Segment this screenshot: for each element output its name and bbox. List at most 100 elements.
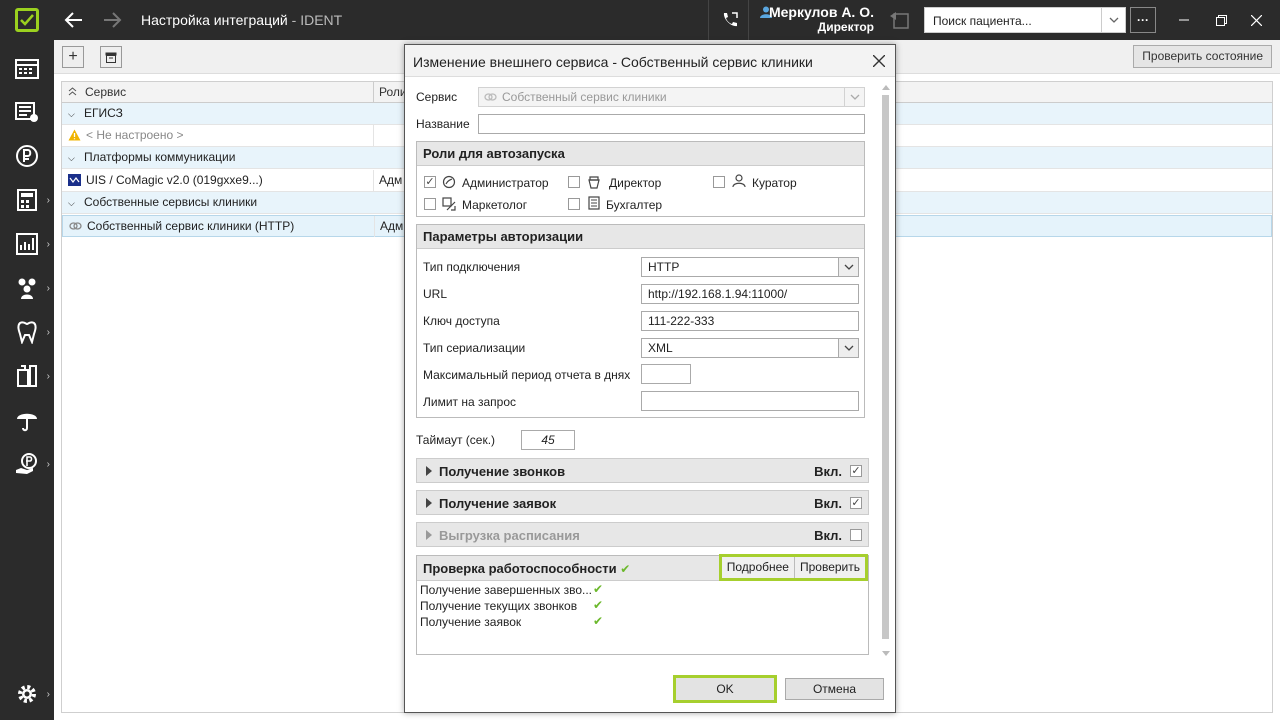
archive-button[interactable]	[100, 46, 122, 68]
dialog-scrollbar[interactable]	[881, 85, 890, 657]
chevron-right-icon: ›	[46, 458, 50, 470]
check-state-button[interactable]: Проверить состояние	[1133, 45, 1272, 68]
close-window-icon[interactable]	[1246, 10, 1266, 30]
section-schedule-title: Выгрузка расписания	[439, 528, 580, 543]
payments-icon	[16, 453, 37, 474]
patients-icon	[18, 278, 36, 299]
service-name: Собственный сервис клиники (HTTP)	[87, 219, 295, 233]
chevron-down-icon[interactable]	[1101, 8, 1125, 32]
timeout-field[interactable]: 45	[521, 430, 575, 450]
forward-arrow-icon[interactable]	[100, 8, 124, 32]
roles-header: Роли для автозапуска	[417, 142, 864, 166]
section-requests-checkbox[interactable]: ✓	[850, 497, 862, 509]
phone-icon[interactable]	[712, 0, 748, 40]
role-curator-checkbox[interactable]	[713, 176, 725, 188]
access-key-field[interactable]: 111-222-333	[641, 311, 859, 331]
role-admin-checkbox[interactable]: ✓	[424, 176, 436, 188]
add-button[interactable]: +	[62, 46, 84, 68]
timeout-label: Таймаут (сек.)	[416, 433, 496, 447]
records-icon	[15, 102, 38, 122]
collapse-all-icon[interactable]	[68, 82, 77, 103]
serialization-select[interactable]: XML	[641, 338, 859, 358]
role-marketer-checkbox[interactable]	[424, 198, 436, 210]
close-icon[interactable]	[869, 51, 889, 71]
limit-field[interactable]	[641, 391, 859, 411]
chevron-down-icon: ⌵	[68, 198, 75, 208]
sidebar-item-settings[interactable]: ›	[0, 672, 54, 716]
role-accountant-checkbox[interactable]	[568, 198, 580, 210]
restore-icon[interactable]	[1211, 10, 1231, 30]
sidebar-item-finance[interactable]	[0, 134, 54, 178]
sidebar-item-lab[interactable]: ›	[0, 354, 54, 398]
sidebar-item-schedule[interactable]	[0, 46, 54, 90]
chevron-down-icon[interactable]	[838, 258, 858, 276]
scroll-up-icon[interactable]	[882, 85, 890, 90]
history-back-icon[interactable]	[888, 8, 912, 35]
user-info[interactable]: Меркулов А. О. Директор	[756, 4, 874, 34]
column-header-roles[interactable]: Роли	[373, 82, 404, 103]
sidebar-item-insurance[interactable]	[0, 398, 54, 442]
serialization-value: XML	[648, 341, 673, 355]
chevron-down-icon: ⌵	[68, 109, 75, 119]
cancel-button[interactable]: Отмена	[785, 678, 884, 700]
uis-icon	[68, 174, 81, 186]
more-icon: ···	[1137, 13, 1149, 27]
dialog-title-bar: Изменение внешнего сервиса - Собственный…	[405, 45, 895, 77]
service-name: < Не настроено >	[86, 128, 184, 142]
more-menu-button[interactable]: ···	[1130, 7, 1156, 33]
section-schedule-on-label: Вкл.	[814, 528, 842, 543]
settings-icon	[18, 685, 36, 703]
role-admin-label: Администратор	[462, 176, 549, 190]
details-button[interactable]: Подробнее	[722, 557, 794, 578]
sidebar-item-records[interactable]	[0, 90, 54, 134]
expand-arrow-icon	[426, 498, 432, 508]
service-icon	[69, 222, 82, 230]
auth-header: Параметры авторизации	[417, 225, 864, 249]
service-roles	[373, 125, 404, 146]
admin-icon	[442, 175, 456, 189]
back-arrow-icon[interactable]	[62, 8, 86, 32]
patient-search-input[interactable]: Поиск пациента...	[924, 7, 1126, 33]
finance-icon	[16, 145, 38, 167]
sidebar-item-dental[interactable]: ›	[0, 310, 54, 354]
logo-check-icon	[15, 8, 39, 32]
sidebar-item-reports[interactable]: ›	[0, 222, 54, 266]
role-director-label: Директор	[609, 176, 662, 190]
chevron-right-icon: ›	[46, 326, 50, 338]
section-schedule-checkbox[interactable]	[850, 529, 862, 541]
sidebar-item-patients[interactable]: ›	[0, 266, 54, 310]
tooth-icon	[17, 321, 37, 344]
scroll-down-icon[interactable]	[882, 651, 890, 656]
sidebar-item-payments[interactable]: ›	[0, 442, 54, 486]
section-requests[interactable]: Получение заявок Вкл. ✓	[416, 490, 869, 515]
role-director-checkbox[interactable]	[568, 176, 580, 188]
key-label: Ключ доступа	[423, 314, 500, 328]
service-label: Сервис	[416, 90, 458, 104]
url-field[interactable]: http://192.168.1.94:11000/	[641, 284, 859, 304]
sidebar: › › › › › › ›	[0, 40, 54, 720]
schedule-icon	[15, 59, 39, 79]
section-schedule-export[interactable]: Выгрузка расписания Вкл.	[416, 522, 869, 547]
sidebar-item-calculator[interactable]: ›	[0, 178, 54, 222]
name-field[interactable]	[478, 114, 865, 134]
role-curator-label: Куратор	[752, 176, 797, 190]
scrollbar-thumb[interactable]	[882, 95, 889, 639]
section-calls[interactable]: Получение звонков Вкл. ✓	[416, 458, 869, 483]
ok-button[interactable]: OK	[673, 675, 777, 703]
user-name: Меркулов А. О.	[768, 4, 874, 20]
health-item: Получение завершенных зво...	[420, 583, 592, 597]
chevron-right-icon: ›	[46, 688, 50, 700]
section-calls-checkbox[interactable]: ✓	[850, 465, 862, 477]
health-check-header: Проверка работоспособности ✔ Подробнее П…	[417, 554, 868, 581]
max-period-field[interactable]	[641, 364, 691, 384]
section-calls-on-label: Вкл.	[814, 464, 842, 479]
minimize-icon[interactable]	[1174, 10, 1194, 30]
column-header-service[interactable]: Сервис	[85, 82, 126, 103]
user-role: Директор	[817, 20, 874, 34]
calculator-icon	[17, 189, 37, 211]
app-logo[interactable]	[0, 0, 54, 40]
chevron-down-icon[interactable]	[838, 339, 858, 357]
conn-type-select[interactable]: HTTP	[641, 257, 859, 277]
check-button[interactable]: Проверить	[793, 557, 865, 578]
service-select: Собственный сервис клиники	[478, 87, 865, 107]
